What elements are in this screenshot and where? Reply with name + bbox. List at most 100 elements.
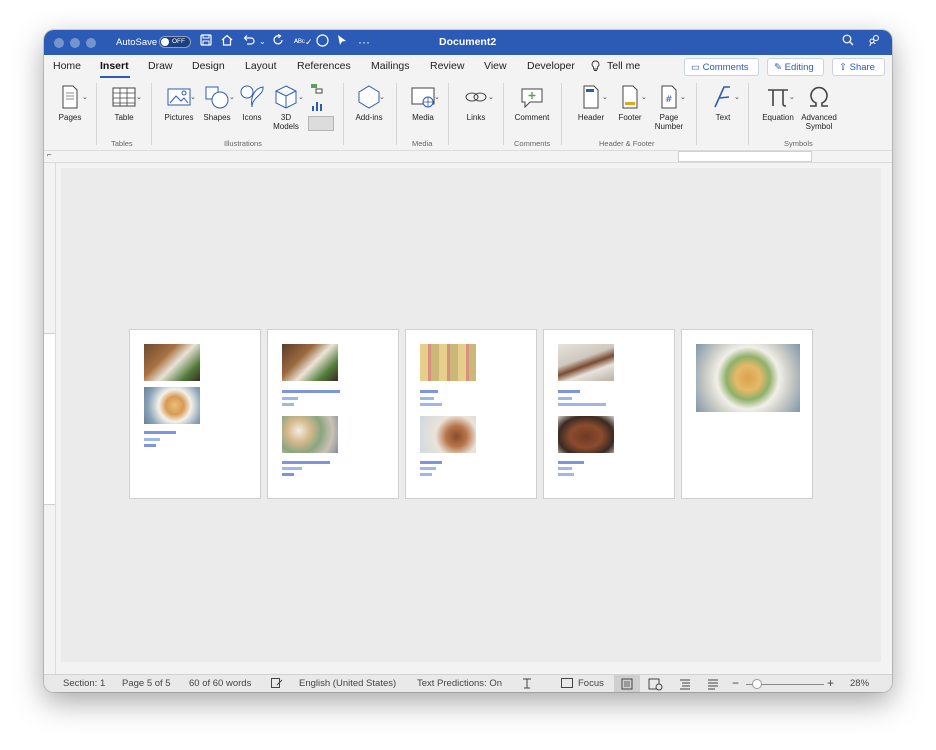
page-number-button[interactable]: # Page Number [648, 79, 690, 131]
minimize-window-button[interactable] [70, 38, 80, 48]
text-selection[interactable] [282, 473, 294, 476]
editing-button[interactable]: ✎ Editing [767, 58, 824, 76]
text-selection[interactable] [558, 467, 572, 470]
screenshot-button[interactable] [308, 116, 334, 131]
text-predictions[interactable]: Text Predictions: On [417, 678, 502, 689]
focus-icon[interactable] [561, 678, 573, 691]
3d-models-button[interactable]: 3D Models [266, 79, 306, 131]
text-selection[interactable] [420, 397, 434, 400]
accessibility-icon[interactable] [521, 678, 533, 692]
chevron-down-icon[interactable]: ⌄ [190, 93, 196, 101]
undo-icon[interactable] [242, 34, 256, 50]
tab-design[interactable]: Design [192, 60, 225, 72]
search-icon[interactable] [842, 34, 854, 50]
zoom-level[interactable]: 28% [850, 678, 869, 689]
chart-icon[interactable] [310, 99, 324, 113]
zoom-out-button[interactable]: − [732, 676, 739, 690]
text-selection[interactable] [558, 461, 584, 464]
text-selection[interactable] [282, 467, 302, 470]
ruler-strip[interactable] [678, 151, 812, 162]
proofing-icon[interactable] [271, 678, 283, 691]
draft-view-button[interactable] [700, 675, 726, 692]
tab-layout[interactable]: Layout [245, 60, 277, 72]
print-layout-view-button[interactable] [614, 675, 640, 692]
tell-me-search[interactable]: Tell me [607, 60, 640, 72]
text-selection[interactable] [420, 473, 432, 476]
pointer-icon[interactable] [337, 34, 347, 50]
food-photo[interactable] [420, 344, 476, 381]
zoom-in-button[interactable]: + [827, 676, 834, 690]
text-selection[interactable] [282, 403, 294, 406]
text-selection[interactable] [420, 461, 442, 464]
text-selection[interactable] [282, 390, 340, 393]
language-indicator[interactable]: English (United States) [299, 678, 396, 689]
food-photo[interactable] [420, 416, 476, 453]
tab-view[interactable]: View [484, 60, 507, 72]
page-indicator[interactable]: Page 5 of 5 [122, 678, 171, 689]
tab-developer[interactable]: Developer [527, 60, 575, 72]
chevron-down-icon[interactable]: ⌄ [82, 93, 88, 101]
chevron-down-icon[interactable]: ⌄ [136, 93, 142, 101]
comments-button[interactable]: ▭ Comments [684, 58, 759, 76]
food-photo[interactable] [144, 387, 200, 424]
text-selection[interactable] [558, 473, 574, 476]
text-selection[interactable] [282, 397, 298, 400]
smartart-icon[interactable] [310, 82, 324, 96]
text-selection[interactable] [420, 403, 442, 406]
tab-draw[interactable]: Draw [148, 60, 173, 72]
vertical-ruler[interactable] [44, 163, 56, 674]
focus-button[interactable]: Focus [578, 678, 604, 689]
text-selection[interactable] [144, 431, 176, 434]
outline-view-button[interactable] [672, 675, 698, 692]
food-photo[interactable] [696, 344, 800, 412]
more-options-icon[interactable]: ··· [358, 34, 370, 50]
food-photo[interactable] [558, 344, 614, 381]
horizontal-ruler[interactable]: ⌐ [44, 150, 892, 163]
tab-review[interactable]: Review [430, 60, 464, 72]
chevron-down-icon[interactable]: ⌄ [602, 93, 608, 101]
share-button[interactable]: ⇪ Share [832, 58, 885, 76]
food-photo[interactable] [282, 344, 338, 381]
tab-insert[interactable]: Insert [100, 60, 129, 72]
page-thumbnail[interactable] [267, 329, 399, 499]
circle-icon[interactable] [316, 34, 329, 51]
home-icon[interactable] [221, 34, 233, 50]
zoom-window-button[interactable] [86, 38, 96, 48]
chevron-down-icon[interactable]: ⌄ [789, 93, 795, 101]
page-thumbnail[interactable] [405, 329, 537, 499]
food-photo[interactable] [144, 344, 200, 381]
web-layout-view-button[interactable] [642, 675, 668, 692]
food-photo[interactable] [558, 416, 614, 453]
icons-button[interactable]: Icons [236, 79, 268, 122]
text-selection[interactable] [558, 390, 580, 393]
chevron-down-icon[interactable]: ⌄ [379, 93, 385, 101]
text-selection[interactable] [144, 438, 160, 441]
comment-button[interactable]: Comment [510, 79, 554, 122]
zoom-slider-handle[interactable] [752, 679, 762, 689]
food-photo[interactable] [282, 416, 338, 453]
spelling-icon[interactable]: ᴬᴮᶜ✓ [294, 34, 313, 50]
tab-home[interactable]: Home [53, 60, 81, 72]
tab-stop-icon[interactable]: ⌐ [47, 150, 52, 159]
save-icon[interactable] [200, 34, 212, 50]
chevron-down-icon[interactable]: ⌄ [734, 93, 740, 101]
ruler-strip[interactable] [44, 333, 55, 505]
chevron-down-icon[interactable]: ⌄ [641, 93, 647, 101]
text-selection[interactable] [558, 403, 606, 406]
text-selection[interactable] [144, 444, 156, 447]
people-icon[interactable] [868, 34, 881, 51]
page-thumbnail[interactable] [681, 329, 813, 499]
tab-references[interactable]: References [297, 60, 351, 72]
tab-mailings[interactable]: Mailings [371, 60, 410, 72]
text-selection[interactable] [420, 467, 436, 470]
chevron-down-icon[interactable]: ⌄ [298, 93, 304, 101]
chevron-down-icon[interactable]: ⌄ [434, 93, 440, 101]
autosave-toggle[interactable]: OFF [159, 36, 191, 48]
advanced-symbol-button[interactable]: Advanced Symbol [796, 79, 842, 131]
chevron-down-icon[interactable]: ⌄ [488, 93, 494, 101]
section-indicator[interactable]: Section: 1 [63, 678, 105, 689]
text-selection[interactable] [558, 397, 572, 400]
page-thumbnail[interactable] [129, 329, 261, 499]
word-count[interactable]: 60 of 60 words [189, 678, 251, 689]
chevron-down-icon[interactable]: ⌄ [680, 93, 686, 101]
